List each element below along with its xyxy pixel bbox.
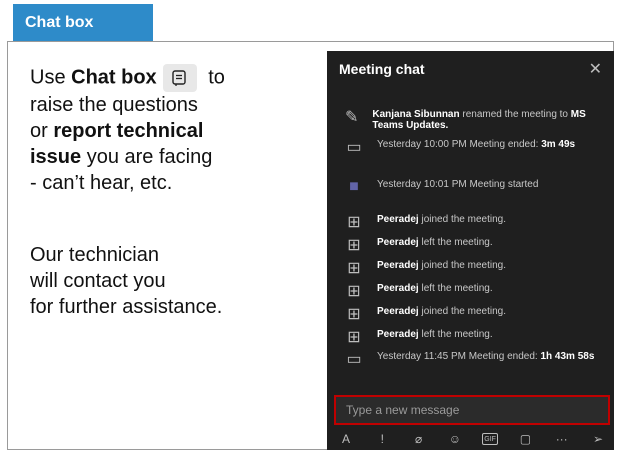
chat-message: ▭ Yesterday 11:45 PM Meeting ended: 1h 4… (343, 351, 603, 368)
video-started-icon: ■ (349, 178, 359, 195)
instr-text: Our technician (30, 244, 159, 266)
close-icon[interactable]: ✕ (589, 59, 602, 79)
chat-message: ✎ Kanjana Sibunnan renamed the meeting t… (344, 109, 586, 131)
instr-text: to (202, 66, 225, 89)
instr-text: or (30, 120, 54, 142)
instr-text: for further assistance. (30, 296, 223, 318)
compose-toolbar: A ! ⌀ ☺ GIF ▢ ··· ➢ (337, 431, 607, 447)
leave-icon: ⊞ (347, 283, 361, 300)
instr-text: you are facing (81, 146, 213, 168)
attach-icon[interactable]: ⌀ (410, 431, 428, 447)
instr-bold: Chat box (71, 66, 157, 89)
format-icon[interactable]: A (337, 431, 355, 447)
message-input-placeholder: Type a new message (346, 403, 460, 417)
section-header-tab: Chat box (13, 4, 153, 42)
chat-message: ⊞ Peeradej joined the meeting. (343, 306, 603, 323)
panel-title: Meeting chat (339, 61, 425, 77)
chat-message: ▭ Yesterday 10:00 PM Meeting ended: 3m 4… (343, 139, 603, 156)
section-header-label: Chat box (25, 14, 94, 31)
chat-message: ⊞ Peeradej joined the meeting. (343, 260, 603, 277)
more-icon[interactable]: ··· (553, 431, 571, 447)
instr-bold: report technical (53, 120, 204, 142)
important-icon[interactable]: ! (373, 431, 391, 447)
gif-icon[interactable]: GIF (482, 433, 499, 445)
leave-icon: ⊞ (347, 329, 361, 346)
instructions-text: Use Chat box to raise the questions or r… (30, 64, 320, 320)
instr-text: raise the questions (30, 94, 198, 116)
message-input[interactable]: Type a new message (334, 395, 610, 425)
instr-text: - can’t hear, etc. (30, 172, 173, 194)
join-icon: ⊞ (347, 214, 361, 231)
join-icon: ⊞ (347, 306, 361, 323)
emoji-icon[interactable]: ☺ (446, 431, 464, 447)
chat-message: ⊞ Peeradej joined the meeting. (343, 214, 603, 231)
send-icon[interactable]: ➢ (589, 431, 607, 447)
meeting-chat-panel: Meeting chat ✕ ✎ Kanjana Sibunnan rename… (327, 51, 614, 450)
instr-bold: issue (30, 146, 82, 168)
chat-message: ⊞ Peeradej left the meeting. (343, 237, 603, 254)
leave-icon: ⊞ (347, 237, 361, 254)
chat-message: ⊞ Peeradej left the meeting. (343, 283, 603, 300)
chat-message: ⊞ Peeradej left the meeting. (343, 329, 603, 346)
pencil-icon: ✎ (344, 109, 359, 126)
sticker-icon[interactable]: ▢ (516, 431, 534, 447)
instr-text: will contact you (30, 270, 166, 292)
chat-box-icon (162, 64, 197, 92)
video-ended-icon: ▭ (346, 139, 362, 156)
join-icon: ⊞ (347, 260, 361, 277)
video-ended-icon: ▭ (346, 351, 362, 368)
instr-text: Use (30, 66, 72, 89)
chat-message: ■ Yesterday 10:01 PM Meeting started (343, 178, 603, 195)
